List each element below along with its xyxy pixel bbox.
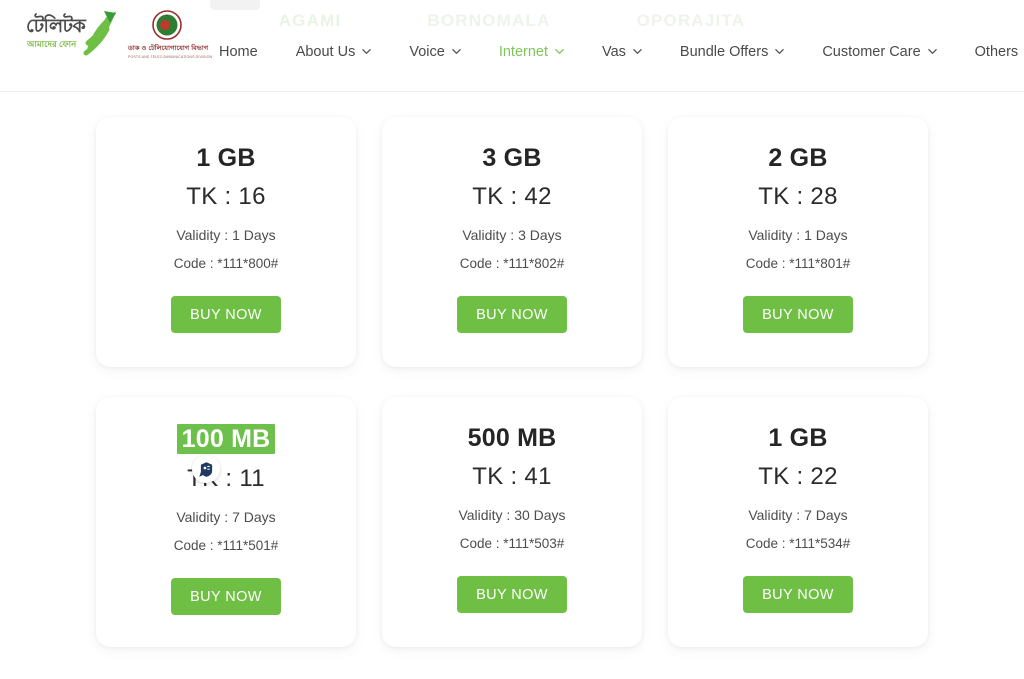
- nav-label: Internet: [498, 44, 548, 60]
- watermark-bornomala: BORNOMALA: [427, 14, 551, 30]
- watermark-agami: AGAMI: [278, 14, 342, 30]
- nav-label: Home: [219, 44, 258, 60]
- gov-department-en: POSTS AND TELECOMMUNICATIONS DIVISION: [128, 55, 213, 59]
- main-navigation: Home About Us Voice Internet Vas Bundle …: [200, 40, 1024, 64]
- package-code: Code : *111*503#: [459, 536, 565, 551]
- teletalk-swoosh-icon: [83, 11, 116, 56]
- package-validity: Validity : 3 Days: [462, 227, 562, 243]
- teletalk-tagline: আমাদের ফোন: [27, 39, 77, 49]
- package-size: 100 MB: [176, 424, 276, 454]
- package-card[interactable]: 1 GB TK : 22 Validity : 7 Days Code : *1…: [668, 397, 928, 647]
- package-size: 1 GB: [768, 424, 828, 452]
- buy-now-button[interactable]: BUY NOW: [171, 296, 281, 333]
- nav-label: Others: [974, 44, 1019, 60]
- package-card-grid: 1 GB TK : 16 Validity : 1 Days Code : *1…: [0, 117, 1024, 647]
- package-price: TK : 42: [472, 183, 552, 210]
- watermark-oporajita: OPORAJITA: [636, 14, 746, 30]
- package-validity: Validity : 7 Days: [176, 509, 276, 525]
- package-size: 2 GB: [768, 144, 828, 172]
- buy-now-button[interactable]: BUY NOW: [171, 578, 281, 615]
- gov-department-bn: ডাক ও টেলিযোগাযোগ বিভাগ: [128, 45, 209, 52]
- chevron-down-icon: [362, 47, 372, 56]
- site-header: AGAMI BORNOMALA OPORAJITA টেলিটক আমাদের …: [0, 0, 1024, 92]
- package-validity: Validity : 7 Days: [748, 507, 848, 523]
- bangladesh-government-seal-icon: [152, 10, 182, 40]
- package-card[interactable]: 500 MB TK : 41 Validity : 30 Days Code :…: [382, 397, 642, 647]
- nav-item-internet[interactable]: Internet: [480, 40, 583, 64]
- chevron-down-icon: [633, 47, 642, 56]
- package-card[interactable]: 3 GB TK : 42 Validity : 3 Days Code : *1…: [382, 117, 642, 367]
- nav-item-voice[interactable]: Voice: [390, 40, 479, 64]
- package-price: TK : 22: [758, 463, 838, 490]
- nav-label: About Us: [295, 44, 356, 60]
- chevron-down-icon: [927, 47, 937, 56]
- package-code: Code : *111*501#: [173, 538, 279, 553]
- nav-label: Bundle Offers: [679, 44, 769, 60]
- package-price: TK : 41: [472, 463, 552, 490]
- nav-label: Vas: [602, 44, 626, 60]
- scrolled-ghost-chip: [210, 0, 260, 10]
- nav-label: Voice: [409, 44, 445, 60]
- nav-item-vas[interactable]: Vas: [583, 40, 661, 64]
- teletalk-brand-name: টেলিটক: [26, 16, 86, 37]
- logo-group: টেলিটক আমাদের ফোন ডাক ও টেলিযোগাযোগ বিভা…: [22, 9, 213, 61]
- package-card[interactable]: 1 GB TK : 16 Validity : 1 Days Code : *1…: [96, 117, 356, 367]
- buy-now-button[interactable]: BUY NOW: [743, 296, 853, 333]
- package-size: 500 MB: [467, 424, 557, 452]
- package-code: Code : *111*801#: [745, 256, 851, 271]
- chevron-down-icon: [452, 47, 461, 56]
- chevron-down-icon: [555, 47, 564, 56]
- page-root: AGAMI BORNOMALA OPORAJITA টেলিটক আমাদের …: [0, 0, 1024, 679]
- buy-now-button[interactable]: BUY NOW: [457, 576, 567, 613]
- package-validity: Validity : 1 Days: [748, 227, 848, 243]
- package-code: Code : *111*800#: [173, 256, 279, 271]
- nav-item-home[interactable]: Home: [200, 40, 277, 64]
- government-logo[interactable]: ডাক ও টেলিযোগাযোগ বিভাগ POSTS AND TELECO…: [128, 9, 213, 59]
- package-price: TK : 16: [186, 183, 266, 210]
- teletalk-logo[interactable]: টেলিটক আমাদের ফোন: [22, 9, 118, 61]
- nav-item-about-us[interactable]: About Us: [277, 40, 391, 64]
- nav-label: Customer Care: [822, 44, 921, 60]
- package-size: 3 GB: [482, 144, 542, 172]
- package-code: Code : *111*534#: [745, 536, 851, 551]
- package-size: 1 GB: [196, 144, 256, 172]
- internet-packages-section: 1 GB TK : 16 Validity : 1 Days Code : *1…: [0, 92, 1024, 647]
- chevron-down-icon: [775, 47, 785, 56]
- browser-extension-badge-icon[interactable]: [192, 455, 220, 483]
- package-code: Code : *111*802#: [459, 256, 565, 271]
- package-validity: Validity : 1 Days: [176, 227, 276, 243]
- package-card[interactable]: 100 MB TK : 11 Validity : 7 Days Code : …: [96, 397, 356, 647]
- buy-now-button[interactable]: BUY NOW: [457, 296, 567, 333]
- nav-item-others[interactable]: Others: [956, 40, 1024, 64]
- package-price: TK : 28: [758, 183, 838, 210]
- package-validity: Validity : 30 Days: [458, 507, 566, 523]
- buy-now-button[interactable]: BUY NOW: [743, 576, 853, 613]
- nav-item-bundle-offers[interactable]: Bundle Offers: [661, 40, 803, 64]
- package-card[interactable]: 2 GB TK : 28 Validity : 1 Days Code : *1…: [668, 117, 928, 367]
- nav-item-customer-care[interactable]: Customer Care: [803, 40, 955, 64]
